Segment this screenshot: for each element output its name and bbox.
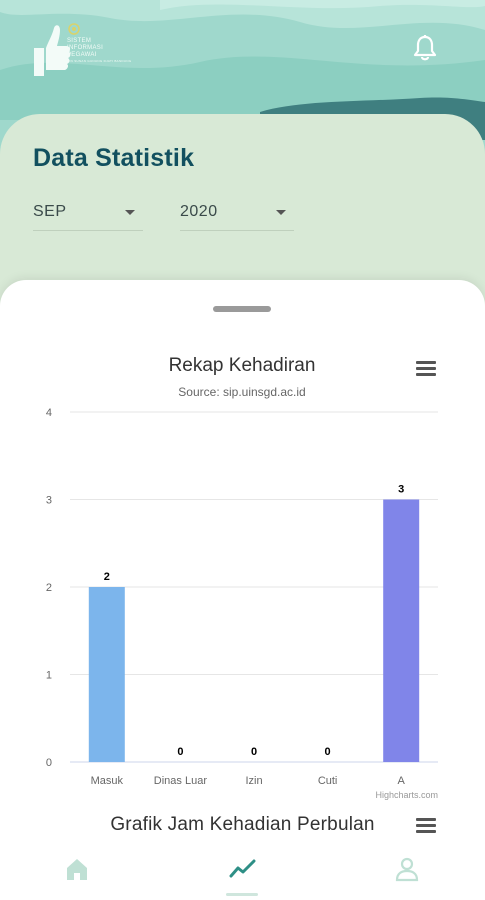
chevron-down-icon — [276, 210, 286, 215]
chart-line-icon — [229, 859, 256, 878]
data-label: 0 — [177, 746, 183, 758]
chart-title: Rekap Kehadiran — [169, 355, 316, 376]
bell-icon[interactable] — [412, 34, 438, 62]
nav-profile[interactable] — [392, 854, 422, 884]
nav-home[interactable] — [62, 854, 92, 884]
user-icon — [395, 857, 419, 882]
bar-a[interactable] — [383, 499, 420, 763]
chart-subtitle: Source: sip.uinsgd.ac.id — [178, 385, 305, 399]
x-tick-label: Izin — [245, 775, 262, 787]
logo-line-2: INFORMASI — [67, 45, 104, 51]
year-select[interactable]: 2020 — [180, 196, 294, 231]
page-title: Data Statistik — [33, 144, 195, 172]
y-tick-label: 4 — [46, 407, 52, 419]
chevron-down-icon — [125, 210, 135, 215]
chart-credits: Highcharts.com — [375, 790, 438, 800]
x-tick-label: Masuk — [91, 775, 124, 787]
chart2-title: Grafik Jam Kehadian Perbulan — [110, 814, 375, 835]
month-select[interactable]: SEP — [33, 196, 143, 231]
month-select-value: SEP — [33, 203, 67, 220]
chart2-menu-icon[interactable] — [416, 818, 436, 834]
nav-statistics[interactable] — [228, 854, 258, 884]
bottom-navigation — [0, 840, 485, 900]
nav-active-indicator — [226, 893, 258, 896]
data-label: 3 — [398, 484, 404, 496]
logo-line-1: SISTEM — [67, 38, 92, 44]
year-select-value: 2020 — [180, 203, 218, 220]
data-label: 2 — [104, 571, 110, 583]
y-tick-label: 3 — [46, 495, 52, 507]
y-tick-label: 2 — [46, 582, 52, 594]
bar-masuk[interactable] — [88, 587, 125, 762]
y-tick-label: 0 — [46, 757, 52, 769]
y-tick-label: 1 — [46, 670, 52, 682]
chart-menu-icon[interactable] — [416, 361, 436, 377]
data-label: 0 — [325, 746, 331, 758]
data-label: 0 — [251, 746, 257, 758]
x-tick-label: Cuti — [318, 775, 338, 787]
home-icon — [67, 859, 87, 880]
logo-text: SISTEM INFORMASI PEGAWAI UIN SUNAN GUNUN… — [67, 38, 131, 63]
logo-subtext: UIN SUNAN GUNUNG DJATI BANDUNG — [67, 59, 132, 63]
logo-line-3: PEGAWAI — [67, 52, 97, 58]
attendance-bar-chart: Rekap Kehadiran Source: sip.uinsgd.ac.id… — [46, 355, 438, 800]
sheet-drag-handle[interactable] — [213, 306, 271, 312]
x-tick-label: A — [398, 775, 406, 787]
x-tick-label: Dinas Luar — [154, 775, 208, 787]
